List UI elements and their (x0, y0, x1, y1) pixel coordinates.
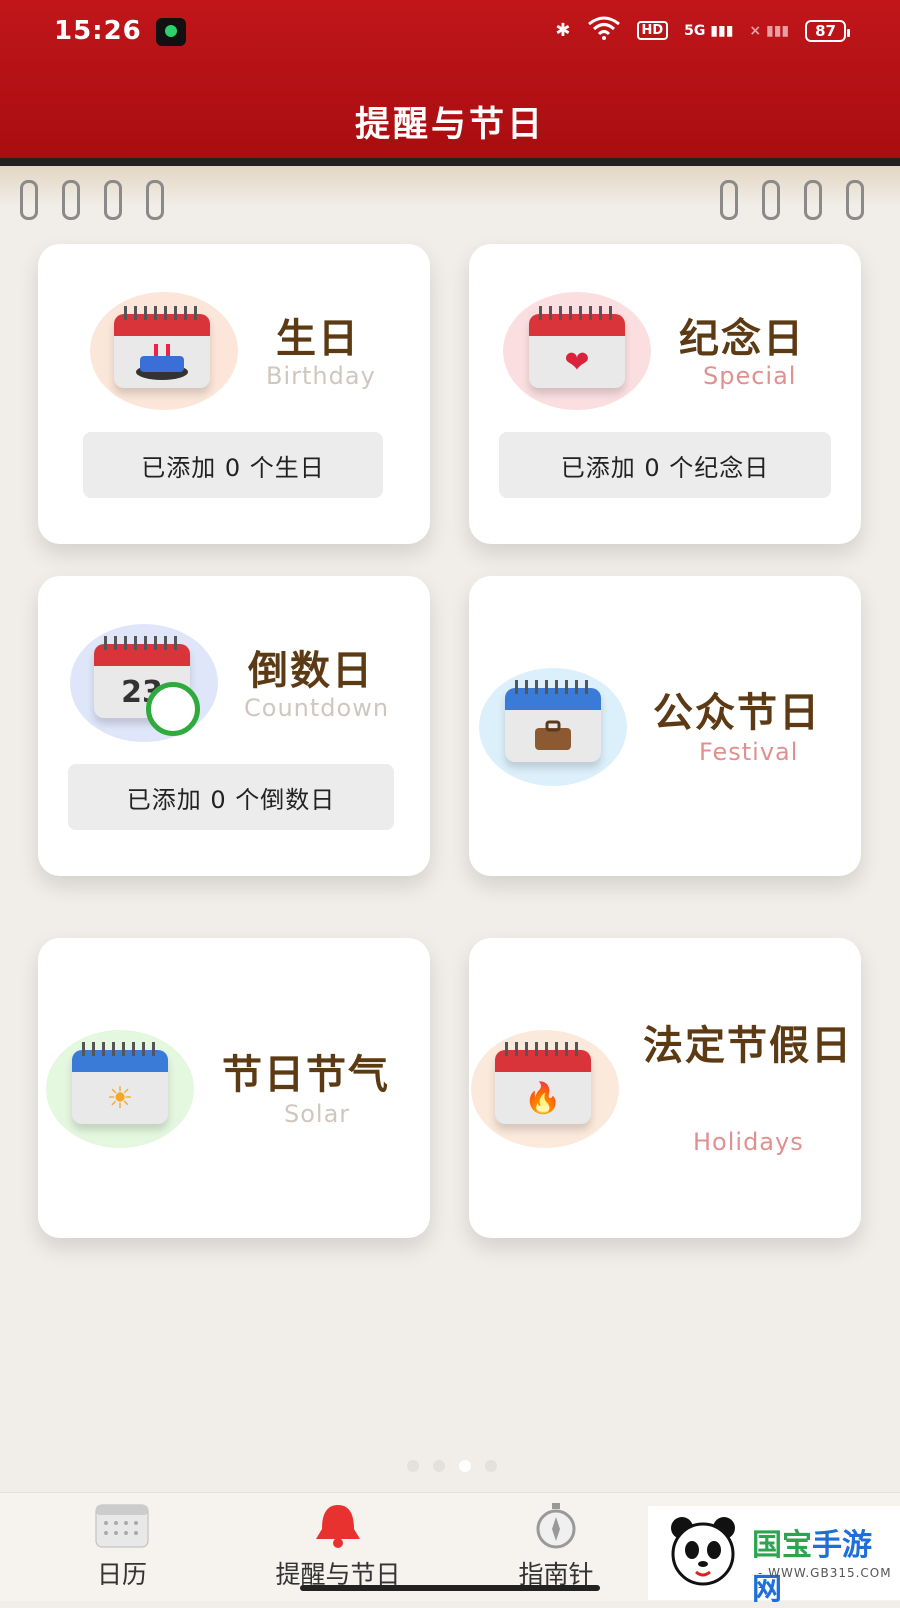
ring-icon (762, 180, 780, 220)
card-title: 公众节日 (653, 690, 821, 736)
ring-icon (720, 180, 738, 220)
card-subtitle: Festival (699, 738, 799, 766)
card-title: 法定节假日 (643, 1023, 853, 1069)
sun-calendar-icon: ☀ (72, 1042, 168, 1124)
page-title: 提醒与节日 (354, 105, 545, 145)
card-special[interactable]: ❤ 纪念日 Special 已添加 0 个纪念日 (469, 244, 861, 544)
hd-icon: HD (636, 21, 669, 40)
watermark-char: 国宝 (752, 1528, 812, 1563)
card-title: 生日 (276, 316, 360, 362)
header-edge (0, 158, 900, 166)
page-indicator (392, 1460, 512, 1474)
status-bar: 15:26 ✱ HD 5G ▮▮▮ × ▮▮▮ 87 (0, 0, 900, 64)
card-subtitle: Birthday (266, 362, 376, 390)
ring-icon (846, 180, 864, 220)
wifi-icon (587, 16, 621, 45)
calendar-icon (94, 1501, 150, 1549)
fire-calendar-icon: 🔥 (495, 1042, 591, 1124)
ring-icon (104, 180, 122, 220)
status-icons: ✱ HD 5G ▮▮▮ × ▮▮▮ 87 (555, 16, 850, 45)
card-holidays[interactable]: 🔥 法定节假日 Holidays (469, 938, 861, 1238)
watermark-title: 国宝手游网 (752, 1520, 900, 1608)
header: 15:26 ✱ HD 5G ▮▮▮ × ▮▮▮ 87 提醒与节日 (0, 0, 900, 162)
heart-calendar-icon: ❤ (529, 306, 625, 388)
watermark-url: - WWW.GB315.COM - (758, 1566, 892, 1594)
signal-5g-icon: 5G ▮▮▮ (684, 22, 734, 39)
network-label: 5G (684, 22, 706, 39)
card-title: 节日节气 (222, 1052, 390, 1098)
nav-label: 日历 (96, 1560, 147, 1589)
card-subtitle: Special (703, 362, 797, 390)
home-indicator[interactable] (300, 1585, 600, 1591)
page-dot-active (459, 1460, 471, 1472)
page-dot (433, 1460, 445, 1472)
birthday-calendar-icon (114, 306, 210, 388)
status-time: 15:26 (54, 16, 142, 46)
birthday-count-button[interactable]: 已添加 0 个生日 (83, 432, 383, 498)
bell-icon (310, 1501, 366, 1549)
countdown-count-button[interactable]: 已添加 0 个倒数日 (68, 764, 394, 830)
watermark: 国宝手游网 - WWW.GB315.COM - (648, 1506, 900, 1607)
card-countdown[interactable]: 23 倒数日 Countdown 已添加 0 个倒数日 (38, 576, 430, 876)
card-subtitle: Countdown (244, 694, 390, 722)
page-dot (407, 1460, 419, 1472)
page-dot (485, 1460, 497, 1472)
ring-icon (804, 180, 822, 220)
card-solar[interactable]: ☀ 节日节气 Solar (38, 938, 430, 1238)
nav-calendar[interactable]: 日历 (22, 1493, 222, 1601)
card-title: 纪念日 (679, 316, 805, 362)
ring-icon (20, 180, 38, 220)
card-title: 倒数日 (248, 648, 374, 694)
clock-icon (146, 682, 200, 736)
panda-logo-icon (668, 1514, 738, 1588)
briefcase-calendar-icon (505, 680, 601, 762)
ring-icon (146, 180, 164, 220)
special-count-button[interactable]: 已添加 0 个纪念日 (499, 432, 831, 498)
card-festival[interactable]: 公众节日 Festival (469, 576, 861, 876)
card-birthday[interactable]: 生日 Birthday 已添加 0 个生日 (38, 244, 430, 544)
app-notification-icon (156, 18, 186, 46)
card-subtitle: Solar (284, 1100, 351, 1128)
compass-icon (528, 1501, 584, 1549)
ring-icon (62, 180, 80, 220)
card-subtitle: Holidays (693, 1128, 804, 1156)
battery-icon: 87 (805, 19, 850, 42)
bluetooth-icon: ✱ (555, 20, 571, 41)
signal-icon: × ▮▮▮ (749, 22, 790, 39)
